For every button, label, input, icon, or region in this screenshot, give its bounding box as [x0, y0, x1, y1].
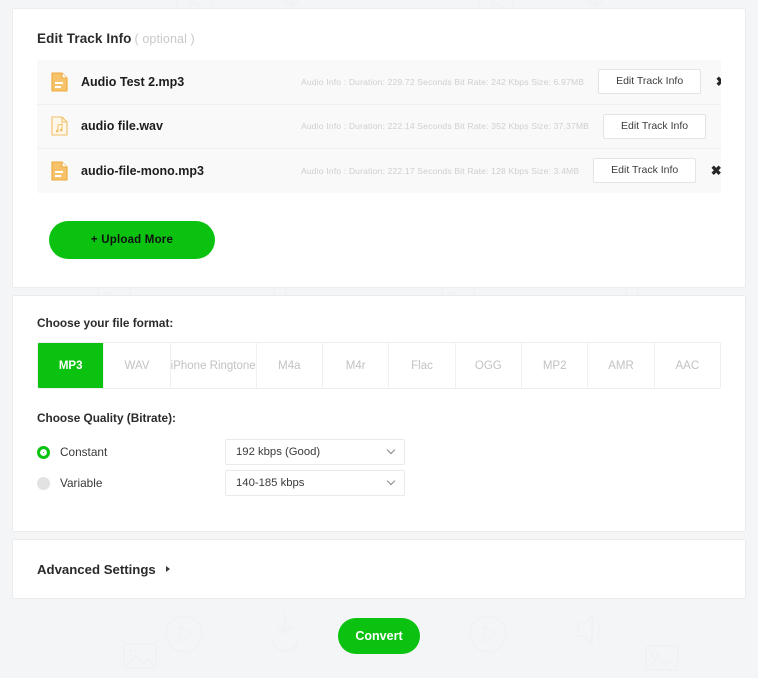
- upload-more-button[interactable]: + Upload More: [49, 220, 215, 259]
- audio-file-icon: [37, 161, 81, 181]
- format-and-quality-card: Choose your file format: MP3 WAV iPhone …: [12, 295, 746, 532]
- edit-track-info-button[interactable]: Edit Track Info: [593, 158, 697, 184]
- section-title-text: Edit Track Info: [37, 31, 132, 46]
- tab-amr[interactable]: AMR: [588, 343, 655, 388]
- radio-variable[interactable]: [37, 476, 50, 490]
- track-audio-info: Audio Info : Duration: 222.14 Seconds Bi…: [301, 121, 590, 132]
- track-file-name: Audio Test 2.mp3: [81, 74, 185, 89]
- table-row: audio file.wav Audio Info : Duration: 22…: [37, 105, 721, 150]
- edit-track-info-button[interactable]: Edit Track Info: [603, 113, 707, 139]
- edit-track-info-button[interactable]: Edit Track Info: [598, 69, 702, 95]
- track-file-name: audio-file-mono.mp3: [81, 163, 204, 178]
- tab-mp2[interactable]: MP2: [522, 343, 589, 388]
- convert-button[interactable]: Convert: [338, 618, 420, 654]
- variable-bitrate-select-wrap: 140-185 kbps: [225, 470, 405, 496]
- track-file-name: audio file.wav: [81, 119, 163, 134]
- tab-aac[interactable]: AAC: [654, 343, 720, 388]
- convert-button-row: Convert: [12, 618, 746, 654]
- advanced-settings-label: Advanced Settings: [37, 561, 156, 577]
- tab-m4r[interactable]: M4r: [323, 343, 390, 388]
- track-list: Audio Test 2.mp3 Audio Info : Duration: …: [37, 60, 721, 193]
- constant-bitrate-select[interactable]: 192 kbps (Good): [225, 439, 405, 465]
- table-row: Audio Test 2.mp3 Audio Info : Duration: …: [37, 60, 721, 105]
- remove-track-icon[interactable]: ✖: [696, 164, 721, 177]
- quality-row-variable: Variable 140-185 kbps: [37, 468, 721, 498]
- tab-wav[interactable]: WAV: [104, 343, 171, 388]
- track-audio-info: Audio Info : Duration: 229.72 Seconds Bi…: [301, 76, 585, 87]
- tab-flac[interactable]: Flac: [389, 343, 456, 388]
- format-tabs: MP3 WAV iPhone Ringtone M4a M4r Flac OGG…: [37, 342, 721, 389]
- choose-format-label: Choose your file format:: [37, 316, 174, 330]
- constant-bitrate-select-wrap: 192 kbps (Good): [225, 439, 405, 465]
- section-title-optional: ( optional ): [134, 32, 195, 46]
- tab-ogg[interactable]: OGG: [455, 343, 523, 388]
- tab-m4a[interactable]: M4a: [256, 343, 324, 388]
- audio-file-icon: [37, 72, 81, 92]
- quality-options: Constant 192 kbps (Good) Variable 140-18…: [37, 437, 721, 498]
- converter-page: Edit Track Info( optional ) Audio Test 2…: [0, 0, 758, 671]
- remove-track-icon[interactable]: ✖: [706, 120, 722, 133]
- audio-file-icon: [37, 116, 81, 136]
- table-row: audio-file-mono.mp3 Audio Info : Duratio…: [37, 149, 721, 193]
- radio-constant[interactable]: [37, 445, 50, 459]
- track-audio-info: Audio Info : Duration: 222.17 Seconds Bi…: [301, 165, 580, 176]
- remove-track-icon[interactable]: ✖: [701, 75, 721, 88]
- radio-variable-label: Variable: [60, 476, 103, 490]
- tab-iphone-ringtone[interactable]: iPhone Ringtone: [170, 343, 257, 388]
- advanced-settings-card[interactable]: Advanced Settings: [12, 539, 746, 599]
- quality-row-constant: Constant 192 kbps (Good): [37, 437, 721, 467]
- variable-bitrate-select[interactable]: 140-185 kbps: [225, 470, 405, 496]
- page-title: Edit Track Info( optional ): [37, 31, 733, 46]
- edit-track-info-card: Edit Track Info( optional ) Audio Test 2…: [12, 8, 746, 288]
- choose-quality-label: Choose Quality (Bitrate):: [37, 411, 176, 425]
- chevron-right-icon: [165, 566, 170, 572]
- radio-constant-label: Constant: [60, 445, 108, 459]
- tab-mp3[interactable]: MP3: [38, 343, 105, 388]
